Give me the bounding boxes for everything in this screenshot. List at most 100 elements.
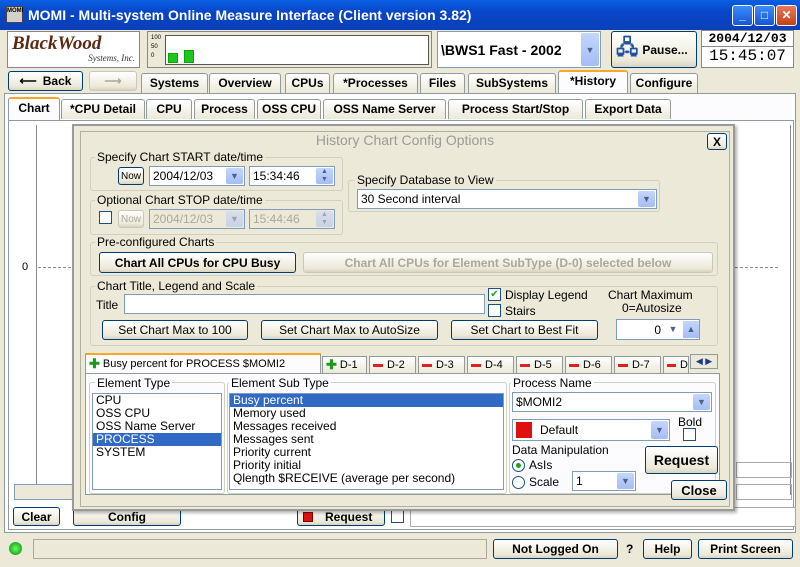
- list-item[interactable]: Qlength $RECEIVE (average per second): [230, 472, 503, 485]
- forward-button[interactable]: ⟶: [89, 71, 137, 91]
- chart-all-cpus-subtype-button[interactable]: Chart All CPUs for Element SubType (D-0)…: [303, 252, 713, 273]
- start-date-field[interactable]: 2004/12/03 ▼: [149, 166, 245, 186]
- spark-plot-area: [165, 35, 429, 65]
- help-question-icon: ?: [626, 542, 634, 556]
- minus-icon: [618, 363, 628, 367]
- chevron-down-icon[interactable]: ▼: [665, 321, 681, 338]
- stop-label: Optional Chart STOP date/time: [95, 193, 265, 207]
- tab-export-data[interactable]: Export Data: [585, 99, 671, 119]
- minus-icon: [520, 363, 530, 367]
- system-select[interactable]: \BWS1 Fast - 2002 ▼: [437, 31, 601, 68]
- tab-overview[interactable]: Overview: [209, 73, 281, 93]
- tab-scroll-arrows-icon[interactable]: ◀ ▶: [690, 354, 718, 369]
- tab-cpu-detail[interactable]: *CPU Detail: [61, 99, 145, 119]
- chart-scrollbar[interactable]: [14, 484, 74, 500]
- tab-d0[interactable]: ✚ Busy percent for PROCESS $MOMI2: [85, 353, 321, 373]
- login-button[interactable]: Not Logged On: [493, 539, 618, 559]
- tab-d8[interactable]: D: [663, 356, 689, 373]
- tab-d5[interactable]: D-5: [516, 356, 563, 373]
- clock-display: 2004/12/03 15:45:07: [701, 30, 794, 68]
- status-message: [33, 539, 487, 559]
- stop-now-button[interactable]: Now: [118, 210, 144, 228]
- dialog-close-x-button[interactable]: X: [707, 133, 727, 150]
- color-swatch-icon: [303, 511, 313, 522]
- request-button[interactable]: Request: [645, 446, 718, 474]
- chevron-up-icon[interactable]: ▲: [683, 321, 699, 338]
- tab-oss-cpu[interactable]: OSS CPU: [257, 99, 321, 119]
- start-time-field[interactable]: 15:34:46 ▲ ▼: [249, 166, 335, 186]
- chart-all-cpus-busy-button[interactable]: Chart All CPUs for CPU Busy: [99, 252, 296, 273]
- asis-label: AsIs: [529, 458, 553, 472]
- title-group-label: Chart Title, Legend and Scale: [95, 279, 258, 293]
- tab-oss-name-server[interactable]: OSS Name Server: [323, 99, 446, 119]
- close-button[interactable]: Close: [671, 480, 727, 500]
- back-button[interactable]: ⟵ Back: [8, 71, 83, 91]
- database-select[interactable]: 30 Second interval ▼: [357, 189, 657, 209]
- minus-icon: [471, 363, 481, 367]
- tab-subsystems[interactable]: SubSystems: [468, 73, 556, 93]
- clear-button[interactable]: Clear: [13, 507, 60, 526]
- legend-box: [736, 462, 792, 478]
- tab-d7[interactable]: D-7: [614, 356, 661, 373]
- tab-processes[interactable]: *Processes: [333, 73, 418, 93]
- autosize-hint: 0=Autosize: [622, 301, 682, 315]
- tab-d6[interactable]: D-6: [565, 356, 612, 373]
- connection-status-icon: [9, 542, 22, 555]
- color-select[interactable]: Default ▼: [512, 419, 670, 441]
- chevron-down-icon: ▼: [693, 394, 710, 410]
- set-max-100-button[interactable]: Set Chart Max to 100: [102, 320, 248, 340]
- element-subtype-list[interactable]: Busy percent Memory used Messages receiv…: [229, 393, 504, 490]
- request-checkbox[interactable]: [391, 510, 404, 523]
- time-spinner-icon[interactable]: ▲ ▼: [316, 211, 333, 227]
- color-swatch-icon: [516, 422, 532, 438]
- chevron-down-icon: ▼: [617, 473, 634, 489]
- process-name-select[interactable]: $MOMI2 ▼: [512, 392, 712, 412]
- asis-radio[interactable]: [512, 459, 525, 472]
- maximize-button[interactable]: □: [754, 5, 775, 26]
- tab-files[interactable]: Files: [420, 73, 465, 93]
- chart-title-input[interactable]: [124, 294, 485, 314]
- set-best-fit-button[interactable]: Set Chart to Best Fit: [451, 320, 598, 340]
- company-logo: BlackWood Systems, Inc.: [7, 31, 140, 68]
- display-legend-label: Display Legend: [505, 288, 588, 302]
- tab-cpus[interactable]: CPUs: [285, 73, 330, 93]
- stop-time-field[interactable]: 15:44:46 ▲ ▼: [249, 209, 335, 229]
- tab-cpu[interactable]: CPU: [146, 99, 192, 119]
- chevron-down-icon: ▼: [651, 421, 668, 439]
- tab-d2[interactable]: D-2: [369, 356, 416, 373]
- scale-select[interactable]: 1 ▼: [572, 471, 636, 491]
- chevron-down-icon[interactable]: ▼: [226, 211, 243, 227]
- list-item[interactable]: SYSTEM: [93, 446, 221, 459]
- element-type-list[interactable]: CPU OSS CPU OSS Name Server PROCESS SYST…: [92, 393, 222, 490]
- y-zero-label: 0: [22, 261, 29, 273]
- close-window-button[interactable]: ✕: [776, 5, 797, 26]
- spark-bar: [184, 50, 194, 63]
- stop-enable-checkbox[interactable]: [99, 211, 112, 224]
- chevron-down-icon[interactable]: ▼: [226, 168, 243, 184]
- time-spinner-icon[interactable]: ▲ ▼: [316, 168, 333, 184]
- bold-checkbox[interactable]: [683, 428, 696, 441]
- print-screen-button[interactable]: Print Screen: [698, 539, 793, 559]
- network-icon: 🖧: [616, 36, 639, 59]
- pause-button[interactable]: 🖧 Pause...: [611, 31, 697, 68]
- stop-date-field[interactable]: 2004/12/03 ▼: [149, 209, 245, 229]
- minus-icon: [422, 363, 432, 367]
- tab-systems[interactable]: Systems: [141, 73, 208, 93]
- tab-d3[interactable]: D-3: [418, 356, 465, 373]
- tab-chart[interactable]: Chart: [8, 97, 60, 120]
- tab-process-start-stop[interactable]: Process Start/Stop: [448, 99, 583, 119]
- title-label: Title: [96, 298, 119, 312]
- minimize-button[interactable]: _: [732, 5, 753, 26]
- tab-d1[interactable]: ✚ D-1: [322, 356, 367, 373]
- tab-d4[interactable]: D-4: [467, 356, 514, 373]
- dialog-title: History Chart Config Options: [315, 132, 495, 148]
- tab-process[interactable]: Process: [194, 99, 255, 119]
- tab-history[interactable]: *History: [558, 70, 628, 93]
- scale-radio[interactable]: [512, 476, 525, 489]
- set-max-autosize-button[interactable]: Set Chart Max to AutoSize: [261, 320, 438, 340]
- start-now-button[interactable]: Now: [118, 167, 144, 185]
- tab-configure[interactable]: Configure: [630, 73, 698, 93]
- display-legend-checkbox[interactable]: ✔: [488, 288, 501, 301]
- stairs-checkbox[interactable]: [488, 304, 501, 317]
- help-button[interactable]: Help: [643, 539, 692, 559]
